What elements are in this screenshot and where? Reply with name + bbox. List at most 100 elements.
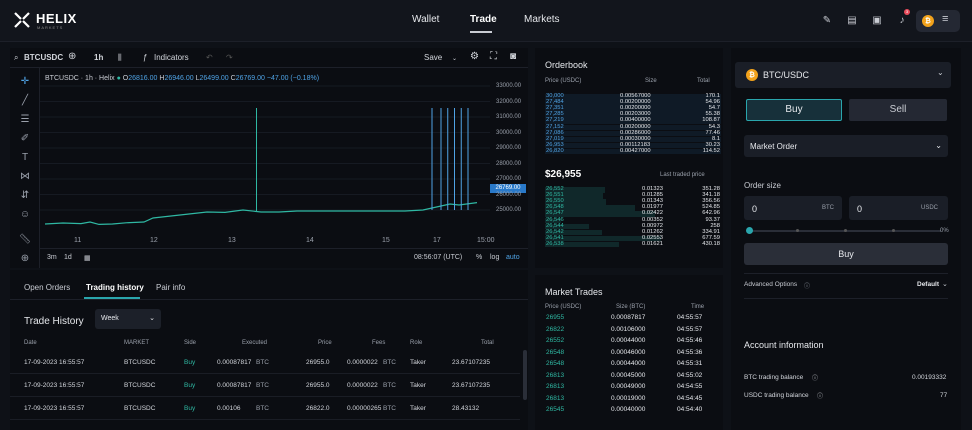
log-toggle[interactable]: log <box>490 254 499 261</box>
emoji-icon[interactable]: ☺ <box>18 209 32 223</box>
chart-toolbar <box>10 48 528 68</box>
add-symbol-icon[interactable]: ⊕ <box>68 51 76 62</box>
advanced-options-value[interactable]: Default <box>917 281 939 288</box>
trade-size: 0.00049000 <box>611 383 646 390</box>
tab-pair-info[interactable]: Pair info <box>156 283 185 292</box>
history-header: Fees <box>372 340 386 346</box>
brand-sub: MARKETS <box>37 25 64 30</box>
calendar-icon[interactable]: ▦ <box>84 254 91 262</box>
slider-handle[interactable] <box>746 227 753 234</box>
period-select[interactable]: Week ⌄ <box>95 309 161 329</box>
ob-header-size: Size <box>645 78 657 84</box>
slider-percent: 0% <box>940 228 949 234</box>
info-icon[interactable]: ⓘ <box>804 281 810 290</box>
account-menu[interactable]: ₿ ≡ <box>916 10 960 32</box>
pair-selector[interactable]: ₿ BTC/USDC ⌄ <box>735 62 951 88</box>
slider-step-25[interactable] <box>796 229 799 232</box>
zoom-icon[interactable]: ⊕ <box>18 253 32 267</box>
tab-trading-history[interactable]: Trading history <box>86 283 144 292</box>
nav-wallet[interactable]: Wallet <box>412 14 439 25</box>
history-header: Executed <box>242 340 268 346</box>
table-cell: BTCUSDC <box>124 359 156 366</box>
nav-active-underline <box>470 31 492 33</box>
fib-icon[interactable]: ☰ <box>18 114 32 128</box>
amount-value[interactable]: 0 <box>752 204 757 214</box>
fullscreen-icon[interactable]: ⛶ <box>490 51 497 62</box>
mt-header-size: Size (BTC) <box>616 304 646 310</box>
interval-button[interactable]: 1h <box>94 53 103 62</box>
btc-balance-info-icon[interactable]: ⓘ <box>812 373 818 382</box>
table-cell: 26955.0 <box>306 359 330 366</box>
usdc-balance-info-icon[interactable]: ⓘ <box>817 391 823 400</box>
redo-icon[interactable]: ↷ <box>226 53 233 62</box>
advanced-chevron-icon[interactable]: ⌄ <box>942 280 948 288</box>
btc-coin-icon: ₿ <box>922 15 934 27</box>
symbol-label[interactable]: BTCUSDC <box>24 53 63 62</box>
bid-size: 0.01621 <box>642 240 663 247</box>
helix-logo-icon[interactable] <box>12 10 32 30</box>
price-chart[interactable] <box>40 68 528 248</box>
price-line <box>44 202 478 226</box>
symbol-search-icon[interactable]: ⌕ <box>14 53 18 63</box>
text-icon[interactable]: T <box>18 152 32 166</box>
table-cell: 0.00000265 <box>347 405 382 412</box>
table-cell: 26955.0 <box>306 382 330 389</box>
y-tick-label: 29000.00 <box>496 145 522 151</box>
trade-size: 0.00044000 <box>611 360 646 367</box>
submit-buy-button[interactable]: Buy <box>744 243 948 265</box>
brush-icon[interactable]: ✐ <box>18 133 32 147</box>
save-chevron-icon[interactable]: ⌄ <box>452 55 457 62</box>
settings-gear-icon[interactable]: ⚙ <box>470 51 479 62</box>
table-cell: BTC <box>256 359 269 366</box>
pattern-icon[interactable]: ⋈ <box>18 171 32 185</box>
trade-price: 26813 <box>546 371 565 379</box>
range-1d[interactable]: 1d <box>64 254 72 261</box>
tools-icon[interactable]: ✎ <box>818 11 836 29</box>
ask-price[interactable]: 26,820 <box>546 148 564 155</box>
history-scrollbar[interactable] <box>523 350 527 400</box>
undo-icon[interactable]: ↶ <box>206 53 213 62</box>
last-traded-price: $26,955 <box>545 169 582 180</box>
ruler-icon[interactable]: 📏︎ <box>18 234 32 248</box>
tab-open-orders[interactable]: Open Orders <box>24 283 70 292</box>
indicators-icon[interactable]: ƒ <box>143 53 147 62</box>
table-cell: Buy <box>184 405 196 412</box>
nav-markets[interactable]: Markets <box>524 14 560 25</box>
quote-unit: USDC <box>921 205 939 211</box>
order-type-chevron-icon: ⌄ <box>935 141 942 150</box>
save-button[interactable]: Save <box>424 53 442 62</box>
trendline-icon[interactable]: ╱ <box>18 95 32 109</box>
sell-tab[interactable]: Sell <box>849 99 947 121</box>
slider-step-75[interactable] <box>892 229 895 232</box>
brand-name[interactable]: HELIX <box>36 11 77 26</box>
y-tick-label: 28000.00 <box>496 160 522 167</box>
table-cell: BTC <box>256 382 269 389</box>
measure-icon[interactable]: ⇵ <box>18 190 32 204</box>
nav-trade[interactable]: Trade <box>470 14 497 25</box>
advanced-options-label[interactable]: Advanced Options <box>744 281 797 288</box>
auto-toggle[interactable]: auto <box>506 254 520 261</box>
trade-time: 04:54:55 <box>677 383 703 390</box>
percent-toggle[interactable]: % <box>476 254 482 261</box>
trade-price: 26813 <box>546 394 565 402</box>
indicators-button[interactable]: Indicators <box>154 53 189 62</box>
wallet-icon[interactable]: ▣ <box>868 11 886 29</box>
table-cell: 0.00087817 <box>217 359 252 366</box>
notes-icon[interactable]: ▤ <box>843 11 861 29</box>
trade-size: 0.00040000 <box>611 406 646 413</box>
slider-step-50[interactable] <box>844 229 847 232</box>
candles-icon[interactable]: ⫼ <box>118 53 122 63</box>
range-3m[interactable]: 3m <box>47 254 57 261</box>
bid-price[interactable]: 26,538 <box>546 241 564 248</box>
mt-header-time: Time <box>691 304 705 310</box>
crosshair-icon[interactable]: ✛ <box>18 76 32 90</box>
order-type-select[interactable]: Market Order ⌄ <box>744 135 948 157</box>
last-traded-label: Last traded price <box>660 172 705 178</box>
table-cell: BTC <box>383 405 396 412</box>
quote-value[interactable]: 0 <box>857 204 862 214</box>
trade-time: 04:55:57 <box>677 325 703 333</box>
ask-total: 114.52 <box>702 147 720 154</box>
camera-icon[interactable]: ◙ <box>510 51 516 62</box>
buy-tab[interactable]: Buy <box>746 99 842 121</box>
table-cell: 26822.0 <box>306 405 330 412</box>
